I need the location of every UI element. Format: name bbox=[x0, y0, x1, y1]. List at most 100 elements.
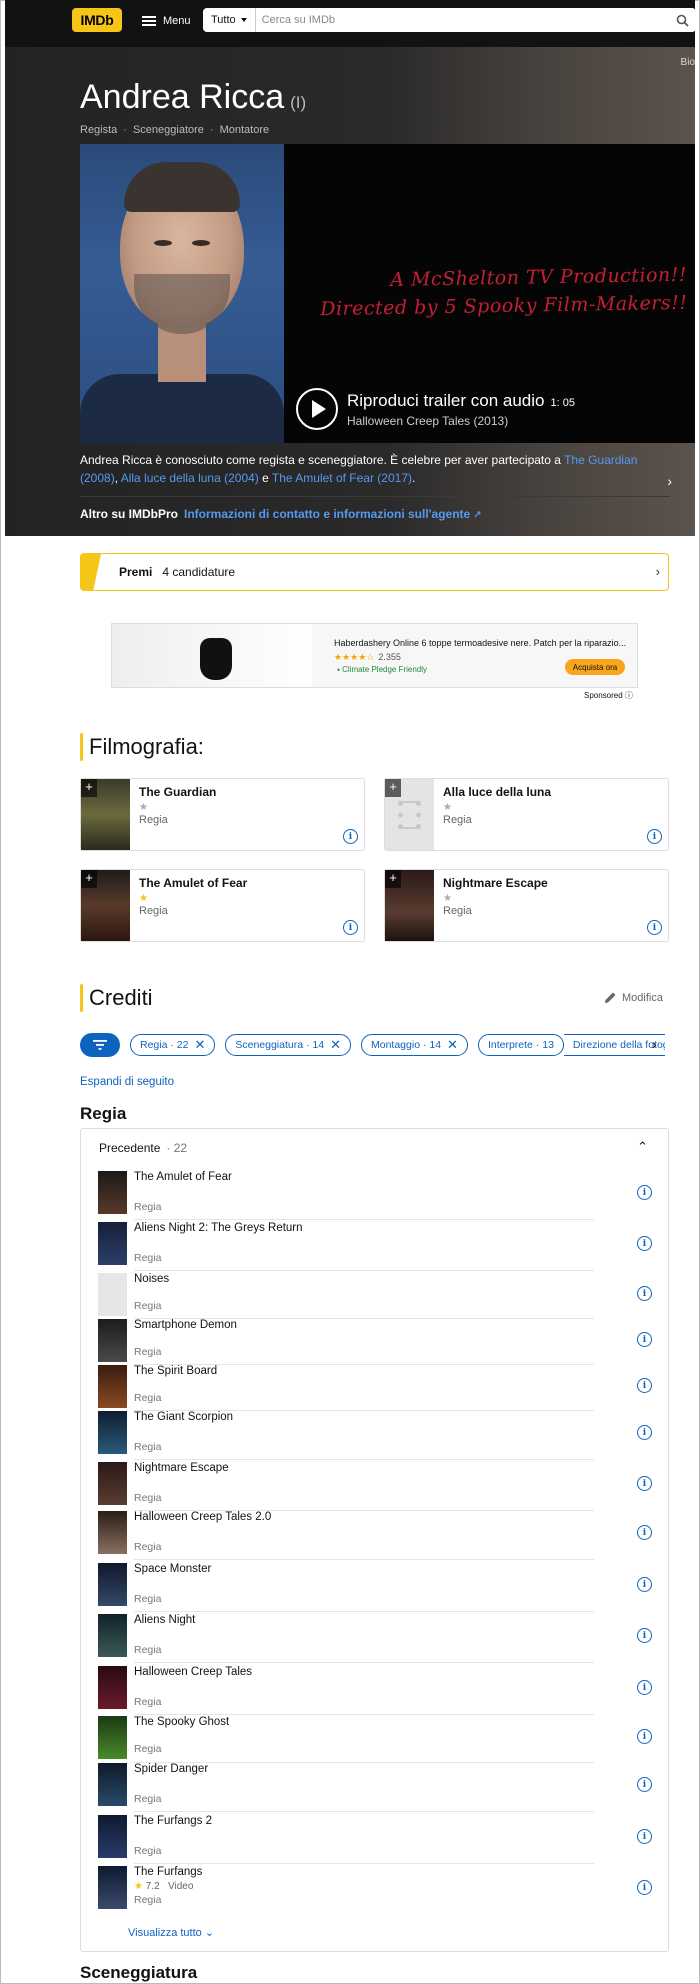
film-card[interactable]: + Nightmare Escape ★ Regia i bbox=[384, 869, 669, 942]
chevron-right-icon[interactable]: › bbox=[667, 473, 672, 489]
awards-banner[interactable]: Premi 4 candidature › bbox=[80, 553, 669, 591]
chevron-up-icon[interactable]: ⌃ bbox=[637, 1139, 648, 1155]
search-category-dropdown[interactable]: Tutto bbox=[203, 8, 256, 32]
list-item[interactable]: Aliens Night Regia i bbox=[98, 1614, 658, 1663]
row-poster[interactable] bbox=[98, 1365, 127, 1408]
info-icon[interactable]: i bbox=[637, 1880, 652, 1895]
sponsored-label[interactable]: Sponsored ⓘ bbox=[584, 690, 633, 701]
row-poster[interactable] bbox=[98, 1563, 127, 1606]
list-item[interactable]: The Spirit Board Regia i bbox=[98, 1365, 658, 1411]
row-title[interactable]: Halloween Creep Tales 2.0 bbox=[134, 1511, 271, 1523]
chip-regia[interactable]: Regia · 22 ✕ bbox=[130, 1034, 216, 1056]
film-card[interactable]: + The Amulet of Fear ★ Regia i bbox=[80, 869, 365, 942]
row-title[interactable]: The Spirit Board bbox=[134, 1365, 217, 1377]
row-poster[interactable] bbox=[98, 1666, 127, 1709]
info-icon[interactable]: i bbox=[637, 1680, 652, 1695]
info-icon[interactable]: i bbox=[637, 1729, 652, 1744]
chip-direzione-fotografia[interactable]: Direzione della fotografia bbox=[563, 1034, 665, 1056]
row-poster[interactable] bbox=[98, 1815, 127, 1858]
film-title[interactable]: The Guardian bbox=[139, 785, 355, 799]
info-icon[interactable]: i bbox=[637, 1286, 652, 1301]
close-icon[interactable]: ✕ bbox=[194, 1037, 205, 1053]
row-poster[interactable] bbox=[98, 1866, 127, 1909]
film-title[interactable]: Alla luce della luna bbox=[443, 785, 659, 799]
info-icon[interactable]: i bbox=[637, 1378, 652, 1393]
imdbpro-contact-link[interactable]: Informazioni di contatto e informazioni … bbox=[184, 507, 470, 521]
chip-montaggio[interactable]: Montaggio · 14 ✕ bbox=[361, 1034, 468, 1056]
list-item[interactable]: The Furfangs 2 Regia i bbox=[98, 1815, 658, 1864]
ad-buy-button[interactable]: Acquista ora bbox=[565, 659, 625, 675]
info-icon[interactable]: i bbox=[637, 1236, 652, 1251]
row-poster[interactable] bbox=[98, 1614, 127, 1657]
list-item[interactable]: The Amulet of Fear Regia i bbox=[98, 1171, 658, 1220]
chip-sceneggiatura[interactable]: Sceneggiatura · 14 ✕ bbox=[225, 1034, 351, 1056]
list-item[interactable]: Space Monster Regia i bbox=[98, 1563, 658, 1612]
film-poster[interactable]: + bbox=[385, 870, 434, 941]
row-poster[interactable] bbox=[98, 1511, 127, 1554]
chip-interprete[interactable]: Interprete · 13 bbox=[477, 1034, 564, 1056]
list-item[interactable]: The Furfangs ★ 7.2 Video Regia i bbox=[98, 1866, 658, 1914]
row-title[interactable]: The Amulet of Fear bbox=[134, 1171, 232, 1183]
row-title[interactable]: The Furfangs 2 bbox=[134, 1815, 212, 1827]
list-item[interactable]: Halloween Creep Tales 2.0 Regia i bbox=[98, 1511, 658, 1560]
show-all-link[interactable]: Visualizza tutto ⌄ bbox=[128, 1926, 214, 1939]
add-watchlist-icon[interactable]: + bbox=[81, 870, 97, 888]
info-icon[interactable]: i bbox=[343, 829, 358, 844]
close-icon[interactable]: ✕ bbox=[447, 1037, 458, 1053]
row-title[interactable]: The Giant Scorpion bbox=[134, 1411, 233, 1423]
row-title[interactable]: Aliens Night 2: The Greys Return bbox=[134, 1222, 303, 1234]
row-title[interactable]: The Furfangs bbox=[134, 1866, 202, 1878]
list-item[interactable]: Aliens Night 2: The Greys Return Regia i bbox=[98, 1222, 658, 1271]
expand-below-link[interactable]: Espandi di seguito bbox=[80, 1076, 174, 1088]
row-poster[interactable] bbox=[98, 1462, 127, 1505]
bio-link-alla-luce[interactable]: Alla luce della luna (2004) bbox=[121, 471, 259, 485]
film-poster[interactable]: + bbox=[81, 779, 130, 850]
film-title[interactable]: Nightmare Escape bbox=[443, 876, 659, 890]
add-watchlist-icon[interactable]: + bbox=[385, 870, 401, 888]
bio-link-amulet[interactable]: The Amulet of Fear (2017) bbox=[272, 471, 412, 485]
imdb-logo[interactable]: IMDb bbox=[72, 8, 122, 32]
info-icon[interactable]: i bbox=[343, 920, 358, 935]
list-item[interactable]: The Spooky Ghost Regia i bbox=[98, 1716, 658, 1763]
close-icon[interactable]: ✕ bbox=[330, 1037, 341, 1053]
list-item[interactable]: The Giant Scorpion Regia i bbox=[98, 1411, 658, 1460]
info-icon[interactable]: i bbox=[637, 1777, 652, 1792]
list-item[interactable]: Nightmare Escape Regia i bbox=[98, 1462, 658, 1511]
row-title[interactable]: Space Monster bbox=[134, 1563, 211, 1575]
chevron-right-icon[interactable]: › bbox=[652, 1036, 657, 1052]
row-poster[interactable] bbox=[98, 1411, 127, 1454]
film-card[interactable]: + The Guardian ★ Regia i bbox=[80, 778, 365, 851]
list-item[interactable]: Smartphone Demon Regia i bbox=[98, 1319, 658, 1365]
add-watchlist-icon[interactable]: + bbox=[81, 779, 97, 797]
search-icon[interactable] bbox=[668, 8, 696, 32]
sponsored-ad[interactable]: Haberdashery Online 6 toppe termoadesive… bbox=[111, 623, 638, 688]
person-portrait[interactable] bbox=[80, 144, 284, 443]
filter-button[interactable] bbox=[80, 1033, 120, 1057]
info-icon[interactable]: i bbox=[637, 1628, 652, 1643]
row-title[interactable]: Noises bbox=[134, 1273, 169, 1285]
row-poster[interactable] bbox=[98, 1716, 127, 1759]
row-title[interactable]: The Spooky Ghost bbox=[134, 1716, 229, 1728]
film-poster-placeholder[interactable]: + bbox=[385, 779, 434, 850]
bio-link[interactable]: Bio bbox=[681, 57, 695, 68]
row-title[interactable]: Aliens Night bbox=[134, 1614, 195, 1626]
row-poster-placeholder[interactable] bbox=[98, 1273, 127, 1316]
trailer-video[interactable]: A McShelton TV Production!! Directed by … bbox=[284, 144, 695, 443]
info-icon[interactable]: i bbox=[637, 1829, 652, 1844]
row-poster[interactable] bbox=[98, 1171, 127, 1214]
film-title[interactable]: The Amulet of Fear bbox=[139, 876, 355, 890]
panel-header[interactable]: Precedente · 22 bbox=[99, 1141, 187, 1155]
list-item[interactable]: Halloween Creep Tales Regia i bbox=[98, 1666, 658, 1715]
row-title[interactable]: Spider Danger bbox=[134, 1763, 208, 1775]
info-icon[interactable]: i bbox=[637, 1525, 652, 1540]
list-item[interactable]: Noises Regia i bbox=[98, 1273, 658, 1319]
row-poster[interactable] bbox=[98, 1222, 127, 1265]
row-title[interactable]: Smartphone Demon bbox=[134, 1319, 237, 1331]
info-icon[interactable]: i bbox=[637, 1577, 652, 1592]
row-title[interactable]: Nightmare Escape bbox=[134, 1462, 229, 1474]
info-icon[interactable]: i bbox=[637, 1425, 652, 1440]
play-trailer-button[interactable]: Riproduci trailer con audio 1: 05 Hallowe… bbox=[296, 388, 575, 430]
row-title[interactable]: Halloween Creep Tales bbox=[134, 1666, 252, 1678]
film-poster[interactable]: + bbox=[81, 870, 130, 941]
info-icon[interactable]: i bbox=[637, 1476, 652, 1491]
